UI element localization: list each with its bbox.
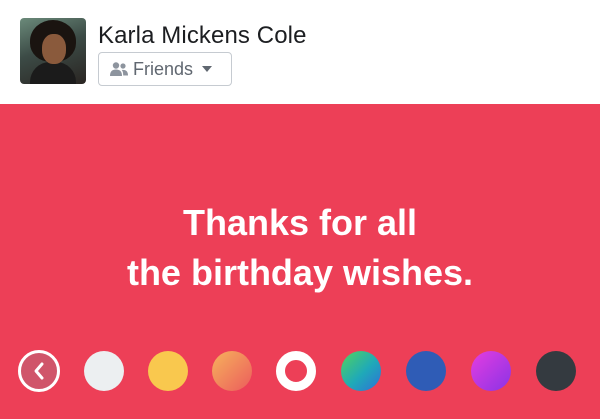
user-name[interactable]: Karla Mickens Cole	[98, 22, 307, 50]
swatch-dark-gray[interactable]	[536, 351, 576, 391]
chevron-left-icon	[34, 362, 44, 380]
composer-header: Karla Mickens Cole Friends	[0, 0, 600, 104]
swatch-white[interactable]	[84, 351, 124, 391]
chevron-down-icon	[202, 66, 213, 72]
swatch-red-selected[interactable]	[276, 351, 316, 391]
background-color-palette	[0, 350, 600, 397]
post-text[interactable]: Thanks for all the birthday wishes.	[60, 198, 540, 298]
post-background-canvas[interactable]: Thanks for all the birthday wishes.	[0, 104, 600, 419]
swatch-green-blue-gradient[interactable]	[341, 351, 381, 391]
palette-back-button[interactable]	[18, 350, 60, 392]
swatch-yellow[interactable]	[148, 351, 188, 391]
post-text-line: the birthday wishes.	[126, 252, 474, 293]
audience-selector-button[interactable]: Friends	[98, 52, 232, 86]
post-text-line: Thanks for all	[182, 202, 418, 243]
swatch-blue[interactable]	[406, 351, 446, 391]
friends-icon	[110, 62, 128, 76]
swatch-purple-gradient[interactable]	[471, 351, 511, 391]
swatch-orange-gradient[interactable]	[212, 351, 252, 391]
avatar[interactable]	[20, 18, 86, 84]
audience-label: Friends	[133, 58, 194, 79]
